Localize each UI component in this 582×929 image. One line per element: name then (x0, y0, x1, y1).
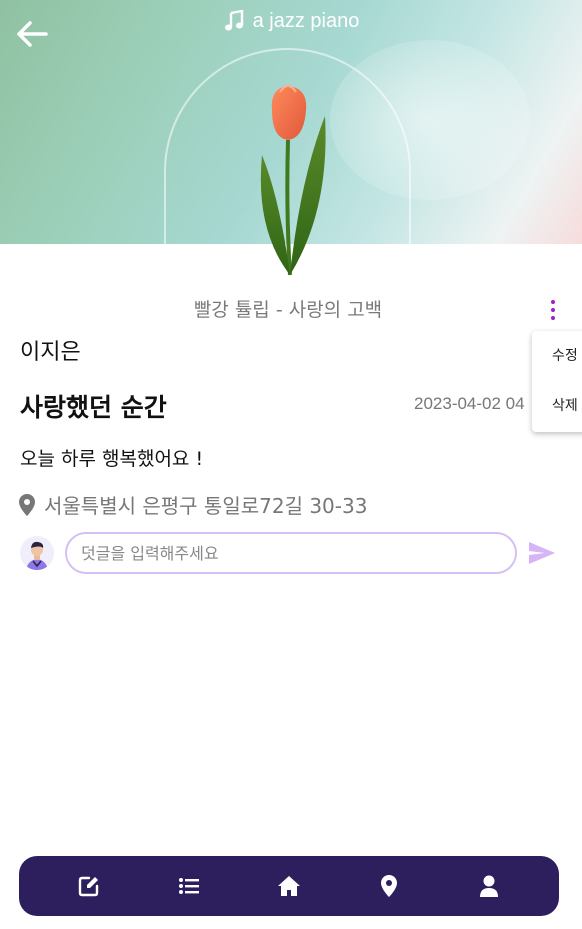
send-icon (527, 540, 557, 566)
post-location: 서울특별시 은평구 통일로72길 30-33 (18, 490, 367, 519)
menu-item-edit[interactable]: 수정 (532, 331, 582, 381)
nav-write-button[interactable] (69, 866, 109, 906)
nav-profile-button[interactable] (469, 866, 509, 906)
send-button[interactable] (527, 540, 557, 566)
list-icon (178, 876, 200, 896)
nav-map-button[interactable] (369, 866, 409, 906)
post-body: 오늘 하루 행복했어요 ! (20, 448, 204, 470)
user-avatar (20, 536, 54, 570)
author-name: 이지은 (20, 340, 81, 365)
music-title[interactable]: a jazz piano (0, 8, 582, 34)
nav-home-button[interactable] (269, 866, 309, 906)
location-pin-icon (380, 874, 398, 898)
map-pin-icon (18, 493, 36, 517)
comment-input[interactable] (65, 532, 517, 574)
menu-item-delete[interactable]: 삭제 (532, 381, 582, 431)
tulip-illustration (250, 80, 340, 280)
nav-list-button[interactable] (169, 866, 209, 906)
user-icon (479, 875, 499, 897)
music-note-icon (223, 10, 245, 32)
bottom-navigation (19, 856, 559, 916)
flower-title: 빨강 튤립 - 사랑의 고백 (193, 299, 383, 321)
post-date: 2023-04-02 04 (414, 394, 525, 413)
music-title-text: a jazz piano (252, 9, 360, 32)
more-menu-button[interactable] (543, 296, 563, 324)
location-address: 서울특별시 은평구 통일로72길 30-33 (44, 494, 368, 518)
options-dropdown: 수정 삭제 (532, 331, 582, 432)
home-icon (277, 875, 301, 897)
edit-icon (78, 875, 100, 897)
more-vertical-icon (551, 300, 555, 320)
comment-row (20, 532, 560, 576)
post-title: 사랑했던 순간 (20, 393, 167, 422)
